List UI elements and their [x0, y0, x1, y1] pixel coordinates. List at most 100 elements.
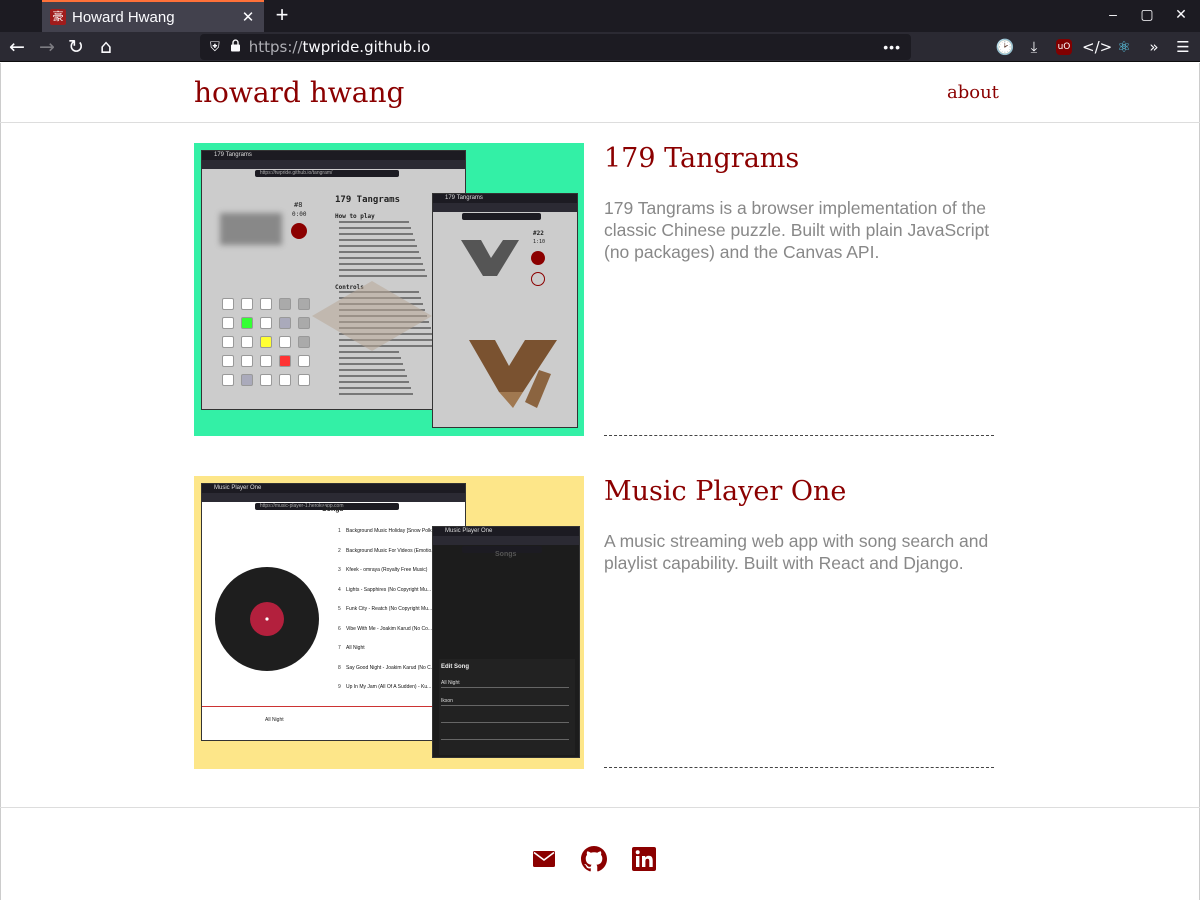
- url-bar[interactable]: ⛨ https://twpride.github.io •••: [200, 34, 911, 60]
- thumb-mock-tab-title: Music Player One: [214, 485, 262, 491]
- thumb-mock-url: https://twpride.github.io/tangram/: [259, 170, 333, 176]
- project-thumbnail-music-player[interactable]: Music Player One https://music-player-1.…: [194, 476, 584, 769]
- minimize-window-icon[interactable]: –: [1103, 6, 1123, 22]
- thumb-level-cell: [279, 336, 291, 348]
- thumb-level-cell: [279, 355, 291, 367]
- thumb-song-title: Background Music Holiday [Snow Polk...: [346, 528, 434, 534]
- thumb-mobile-timer: 1:10: [533, 239, 546, 245]
- thumb-mock-mobile-tab-title: 179 Tangrams: [445, 195, 483, 201]
- footer-divider: [0, 807, 1200, 808]
- thumb-song-title: Say Good Night - Joakim Karud (No C...: [346, 664, 434, 671]
- thumb-level-cell: [222, 336, 234, 348]
- thumb-song-title: Lights - Sapphires (No Copyright Mu...: [346, 586, 432, 593]
- new-tab-button[interactable]: +: [270, 3, 294, 27]
- project-card-tangrams: 179 Tangrams https://twpride.github.io/t…: [194, 143, 994, 436]
- thumb-song-number: 4: [338, 586, 341, 593]
- thumb-edit-title-value: All Night: [441, 680, 460, 686]
- thumb-level-cell: [298, 374, 310, 386]
- thumb-level-cell: [260, 355, 272, 367]
- project-title-music-player[interactable]: Music Player One: [604, 476, 846, 507]
- thumb-level-cell: [279, 298, 291, 310]
- maximize-window-icon[interactable]: ▢: [1137, 6, 1157, 23]
- thumb-tangram-diamond: [312, 281, 432, 351]
- tab-title: Howard Hwang: [72, 8, 175, 26]
- thumb-level-cell: [260, 374, 272, 386]
- thumb-instruction-line: [339, 363, 403, 365]
- github-icon[interactable]: [581, 846, 607, 872]
- thumb-song-title: All Night: [346, 645, 365, 651]
- thumb-timer: 0:00: [292, 211, 307, 218]
- thumb-song-number: 7: [338, 645, 341, 651]
- thumb-mobile-level-num: #22: [533, 230, 544, 237]
- history-icon[interactable]: 🕑: [993, 35, 1017, 59]
- thumb-mobile-songs-heading: Songs: [495, 551, 517, 558]
- hamburger-menu-icon[interactable]: ☰: [1171, 35, 1195, 59]
- thumb-level-cell: [279, 317, 291, 329]
- linkedin-icon[interactable]: [631, 846, 657, 872]
- thumb-level-cell: [298, 298, 310, 310]
- browser-tab[interactable]: 豪 Howard Hwang ✕: [42, 0, 264, 32]
- home-icon[interactable]: ⌂: [93, 34, 119, 60]
- thumb-instruction-line: [339, 251, 419, 253]
- browser-tab-bar: 豪 Howard Hwang ✕ + – ▢ ✕: [0, 0, 1200, 32]
- thumb-tangram-silhouette: [461, 240, 519, 276]
- thumb-song-number: 3: [338, 567, 341, 573]
- download-icon[interactable]: ⤓: [1022, 35, 1046, 59]
- thumb-level-cell: [222, 317, 234, 329]
- thumb-level-cell: [241, 355, 253, 367]
- forward-icon[interactable]: →: [34, 34, 60, 60]
- thumb-mock-mobile-tab-title: Music Player One: [445, 528, 493, 534]
- overflow-chevron-icon[interactable]: »: [1142, 35, 1166, 59]
- thumb-level-cell: [222, 374, 234, 386]
- thumb-heading: 179 Tangrams: [335, 195, 401, 205]
- reload-icon[interactable]: ↻: [63, 34, 89, 60]
- thumb-edit-song-title: Edit Song: [441, 664, 469, 670]
- url-text[interactable]: https://twpride.github.io: [249, 38, 884, 56]
- thumb-song-title: Kfeek - omraya (Royalty Free Music): [346, 567, 428, 573]
- close-tab-icon[interactable]: ✕: [240, 8, 256, 26]
- react-devtools-icon[interactable]: ⚛: [1112, 35, 1136, 59]
- lock-icon[interactable]: [230, 39, 241, 55]
- thumb-instruction-line: [339, 263, 423, 265]
- thumb-instruction-line: [339, 233, 413, 235]
- close-window-icon[interactable]: ✕: [1171, 6, 1191, 23]
- thumb-song-title: Up In My Jam (All Of A Sudden) - Ku...: [346, 684, 432, 690]
- thumb-level-cell: [241, 374, 253, 386]
- thumb-level-cell: [222, 355, 234, 367]
- thumb-edit-artist-value: Ikson: [441, 698, 453, 704]
- thumb-song-number: 9: [338, 684, 341, 690]
- project-card-music-player: Music Player One https://music-player-1.…: [194, 476, 994, 769]
- tracking-protection-shield-icon[interactable]: ⛨: [210, 39, 220, 55]
- thumb-mock-window: Music Player One https://music-player-1.…: [201, 483, 466, 741]
- page-actions-menu-icon[interactable]: •••: [883, 39, 901, 55]
- thumb-blurred-preview: [220, 213, 282, 245]
- thumb-level-cell: [298, 336, 310, 348]
- thumb-how-to-play: How to play: [335, 213, 375, 220]
- project-description-music-player: A music streaming web app with song sear…: [604, 531, 989, 573]
- browser-nav-bar: ← → ↻ ⌂ ⛨ https://twpride.github.io ••• …: [0, 32, 1200, 62]
- project-title-tangrams[interactable]: 179 Tangrams: [604, 143, 799, 174]
- thumb-song-number: 8: [338, 664, 341, 671]
- project-thumbnail-tangrams[interactable]: 179 Tangrams https://twpride.github.io/t…: [194, 143, 584, 436]
- mail-icon[interactable]: [531, 846, 557, 872]
- thumb-instruction-line: [339, 393, 413, 395]
- thumb-level-cell: [241, 317, 253, 329]
- thumb-level-cell: [279, 374, 291, 386]
- thumb-songs-heading: Songs: [322, 506, 344, 513]
- thumb-instruction-line: [339, 257, 421, 259]
- back-icon[interactable]: ←: [4, 34, 30, 60]
- thumb-progress-bar: [202, 706, 465, 707]
- thumb-mock-tab-title: 179 Tangrams: [214, 152, 252, 158]
- devtools-icon[interactable]: </>: [1082, 35, 1112, 59]
- nav-about-link[interactable]: about: [947, 82, 999, 103]
- thumb-song-title: Funk City - Reatch (No Copyright Mu...: [346, 606, 433, 612]
- thumb-instruction-line: [339, 245, 417, 247]
- site-title-link[interactable]: howard hwang: [194, 76, 404, 109]
- ublock-origin-icon[interactable]: uO: [1056, 39, 1072, 55]
- thumb-song-number: 6: [338, 625, 341, 632]
- thumb-edit-song-dialog: Edit Song All Night Ikson: [439, 659, 575, 755]
- thumb-instruction-line: [339, 387, 411, 389]
- url-protocol: https://: [248, 38, 303, 56]
- thumb-vinyl-record-icon: [215, 567, 319, 671]
- thumb-instruction-line: [339, 227, 411, 229]
